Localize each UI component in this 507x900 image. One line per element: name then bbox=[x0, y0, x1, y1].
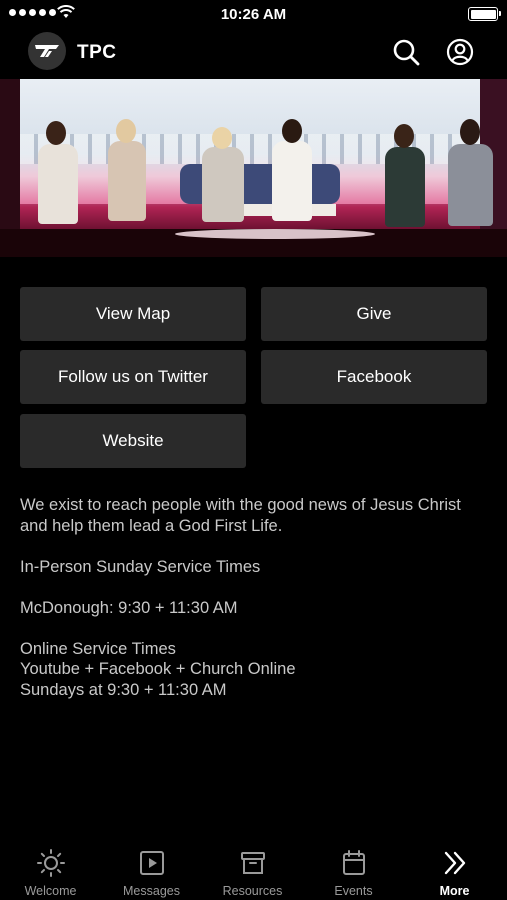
bottom-tab-bar: Welcome Messages Resources Events More bbox=[0, 840, 507, 900]
tab-label: Resources bbox=[222, 884, 283, 898]
mcdonough-times: McDonough: 9:30 + 11:30 AM bbox=[20, 598, 238, 617]
tab-label: Messages bbox=[123, 884, 180, 898]
service-times-heading: In-Person Sunday Service Times bbox=[20, 557, 261, 576]
online-platforms: Youtube + Facebook + Church Online bbox=[20, 660, 296, 678]
mission-statement: We exist to reach people with the good n… bbox=[20, 496, 461, 535]
status-bar: 10:26 AM bbox=[0, 0, 507, 28]
search-icon[interactable] bbox=[392, 38, 420, 66]
app-title: TPC bbox=[77, 42, 117, 63]
tab-messages[interactable]: Messages bbox=[101, 840, 202, 900]
website-button[interactable]: Website bbox=[20, 414, 246, 468]
view-map-button[interactable]: View Map bbox=[20, 287, 246, 341]
archive-icon bbox=[240, 852, 265, 874]
tab-label: More bbox=[439, 884, 470, 898]
battery-icon bbox=[468, 7, 501, 21]
play-icon bbox=[139, 851, 164, 875]
online-times-heading: Online Service Times bbox=[20, 639, 176, 658]
online-times: Sundays at 9:30 + 11:30 AM bbox=[20, 680, 227, 699]
tpc-logo-icon[interactable] bbox=[28, 32, 66, 70]
sun-icon bbox=[36, 849, 65, 877]
facebook-button[interactable]: Facebook bbox=[261, 350, 487, 404]
give-button[interactable]: Give bbox=[261, 287, 487, 341]
tab-more[interactable]: More bbox=[404, 840, 505, 900]
church-description: We exist to reach people with the good n… bbox=[20, 495, 490, 700]
tab-label: Welcome bbox=[24, 884, 77, 898]
calendar-icon bbox=[342, 850, 365, 875]
tab-welcome[interactable]: Welcome bbox=[0, 840, 101, 900]
hero-image bbox=[0, 79, 507, 257]
status-time: 10:26 AM bbox=[220, 6, 287, 23]
tab-resources[interactable]: Resources bbox=[202, 840, 303, 900]
twitter-button[interactable]: Follow us on Twitter bbox=[20, 350, 246, 404]
app-header: TPC bbox=[0, 28, 507, 78]
tab-events[interactable]: Events bbox=[303, 840, 404, 900]
tab-label: Events bbox=[334, 884, 373, 898]
account-circle-icon[interactable] bbox=[446, 38, 474, 66]
double-chevron-right-icon bbox=[444, 851, 465, 875]
